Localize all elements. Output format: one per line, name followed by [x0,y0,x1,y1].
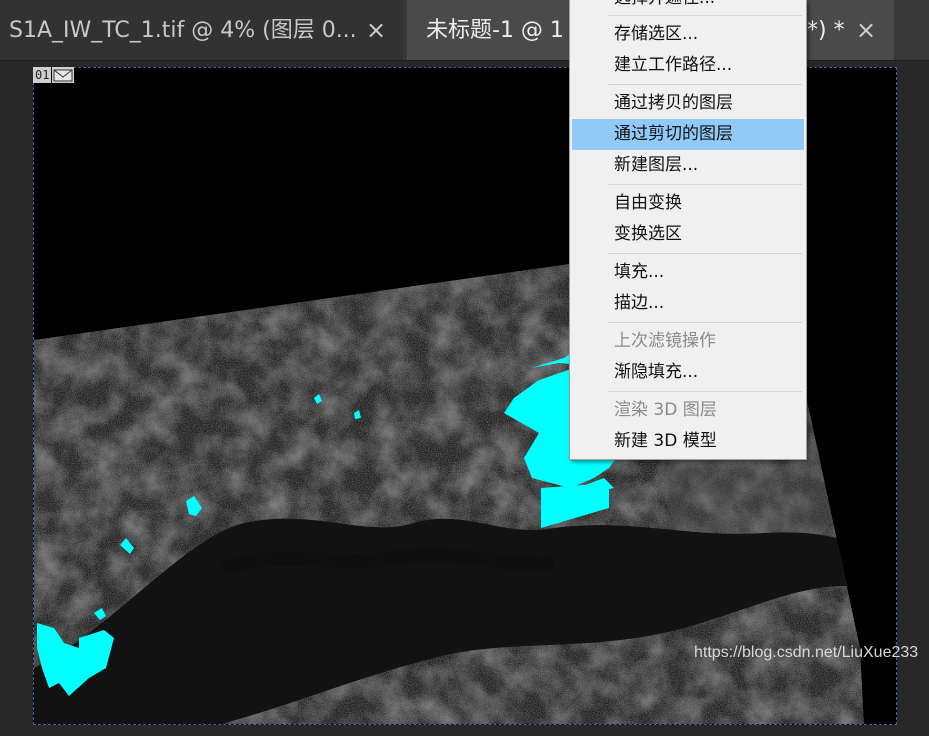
envelope-icon [52,67,75,83]
menu-separator [608,15,802,16]
menu-item-make-work-path[interactable]: 建立工作路径... [572,50,804,81]
tab-title: 未标题-1 @ 1 [426,18,564,43]
tab-title: S1A_IW_TC_1.tif @ 4% (图层 0... [9,18,357,43]
tab-title-tail: *) * [807,18,845,43]
menu-item-new-3d-model[interactable]: 新建 3D 模型 [572,426,804,457]
menu-item-new-layer[interactable]: 新建图层... [572,150,804,181]
menu-separator [608,253,802,254]
watermark: https://blog.csdn.net/LiuXue233 [694,644,919,661]
menu-separator [608,391,802,392]
layer-badge: 01 [33,67,75,83]
menu-item-render-3d-layer: 渲染 3D 图层 [614,400,717,420]
menu-item-layer-via-cut[interactable]: 通过剪切的图层 [572,119,804,150]
menu-item-select-and-mask[interactable]: 选择并遮住... [572,0,804,14]
close-icon[interactable]: × [856,0,876,60]
menu-item-layer-via-copy[interactable]: 通过拷贝的图层 [572,88,804,119]
layer-number: 01 [33,67,52,83]
menu-item-save-selection[interactable]: 存储选区... [572,19,804,50]
close-icon[interactable]: × [366,0,386,60]
photoshop-window: S1A_IW_TC_1.tif @ 4% (图层 0... × 未标题-1 @ … [0,0,929,736]
menu-separator [608,84,802,85]
menu-item-transform-selection[interactable]: 变换选区 [572,219,804,250]
document-tab-s1a[interactable]: S1A_IW_TC_1.tif @ 4% (图层 0... × [0,0,403,60]
context-menu: 选择并遮住... 存储选区... 建立工作路径... 通过拷贝的图层 通过剪切的… [569,0,807,460]
menu-separator [608,184,802,185]
menu-item-last-filter: 上次滤镜操作 [614,331,716,351]
menu-item-stroke[interactable]: 描边... [572,288,804,319]
menu-item-fill[interactable]: 填充... [572,257,804,288]
menu-separator [608,322,802,323]
menu-item-free-transform[interactable]: 自由变换 [572,188,804,219]
menu-item-fade-fill[interactable]: 渐隐填充... [572,357,804,388]
